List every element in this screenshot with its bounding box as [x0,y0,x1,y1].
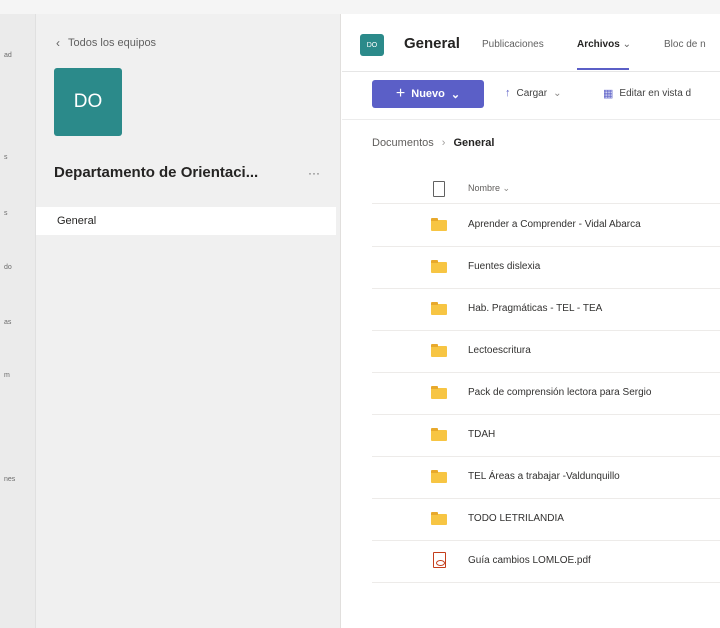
back-to-teams-link[interactable]: ‹ Todos los equipos [56,36,156,50]
new-button-label: Nuevo [411,88,445,100]
column-header-name[interactable]: Nombre ⌄ [468,183,510,194]
file-row[interactable]: Lectoescritura [372,332,720,373]
file-name[interactable]: Aprender a Comprender - Vidal Abarca [468,219,641,230]
more-options-icon[interactable]: ··· [308,166,320,180]
chevron-down-icon: ⌄ [553,87,562,99]
rail-item[interactable]: ad [4,52,12,59]
channel-avatar: DO [360,34,384,56]
edit-grid-label: Editar en vista d [619,88,692,99]
pdf-file-icon [433,552,446,568]
rail-item[interactable]: as [4,319,11,326]
file-name[interactable]: Fuentes dislexia [468,261,540,272]
grid-icon: ▦ [603,88,614,100]
file-row[interactable]: Hab. Pragmáticas - TEL - TEA [372,290,720,331]
file-row[interactable]: TDAH [372,416,720,457]
file-row[interactable]: TODO LETRILANDIA [372,500,720,541]
breadcrumb: Documentos › General [372,137,494,149]
column-name-label: Nombre [468,183,501,193]
folder-icon [431,386,447,399]
folder-icon [431,260,447,273]
tab-archivos-label: Archivos [577,39,620,50]
rail-item[interactable]: m [4,372,10,379]
file-name[interactable]: Pack de comprensión lectora para Sergio [468,387,651,398]
folder-icon [431,218,447,231]
folder-icon [431,512,447,525]
rail-item[interactable]: s [4,210,8,217]
top-padding [0,0,720,14]
team-avatar: DO [54,68,122,136]
chevron-down-icon: ⌄ [622,39,631,50]
file-name[interactable]: Lectoescritura [468,345,531,356]
upload-button[interactable]: ↑ Cargar ⌄ [505,87,561,99]
file-name[interactable]: Hab. Pragmáticas - TEL - TEA [468,303,602,314]
folder-icon [431,344,447,357]
new-button[interactable]: + Nuevo ⌄ [372,80,484,108]
tab-publicaciones[interactable]: Publicaciones [482,39,544,50]
folder-icon [431,302,447,315]
file-row[interactable]: Guía cambios LOMLOE.pdf [372,542,720,583]
back-label: Todos los equipos [68,37,157,49]
chevron-down-icon: ⌄ [450,88,461,101]
file-row[interactable]: TEL Áreas a trabajar -Valdunquillo [372,458,720,499]
file-row[interactable]: Aprender a Comprender - Vidal Abarca [372,206,720,247]
edit-grid-view-button[interactable]: ▦ Editar en vista d [603,87,691,100]
file-type-icon [433,181,445,197]
team-name: Departamento de Orientaci... [54,164,259,181]
app-rail: ad s s do as m nes [0,14,36,628]
active-tab-indicator [577,68,629,70]
rail-item[interactable]: s [4,154,8,161]
rail-item[interactable]: do [4,264,12,271]
file-name[interactable]: TODO LETRILANDIA [468,513,564,524]
channel-item-general[interactable]: General [36,207,336,235]
upload-arrow-icon: ↑ [505,87,511,99]
rail-item[interactable]: nes [4,476,15,483]
tab-archivos[interactable]: Archivos ⌄ [577,39,631,50]
upload-label: Cargar [516,87,548,99]
channel-title: General [404,35,460,52]
file-list-header: Nombre ⌄ [372,172,720,204]
plus-icon: + [395,85,406,102]
file-name[interactable]: Guía cambios LOMLOE.pdf [468,555,591,566]
chevron-left-icon: ‹ [56,36,60,50]
chevron-right-icon: › [441,137,446,149]
chevron-down-icon: ⌄ [502,183,511,193]
file-name[interactable]: TDAH [468,429,495,440]
breadcrumb-current: General [453,137,495,149]
file-row[interactable]: Pack de comprensión lectora para Sergio [372,374,720,415]
tab-bloc-de-notas[interactable]: Bloc de n [664,39,706,50]
breadcrumb-root[interactable]: Documentos [372,137,434,149]
channel-label: General [57,215,97,227]
file-name[interactable]: TEL Áreas a trabajar -Valdunquillo [468,471,620,482]
file-row[interactable]: Fuentes dislexia [372,248,720,289]
folder-icon [431,470,447,483]
folder-icon [431,428,447,441]
